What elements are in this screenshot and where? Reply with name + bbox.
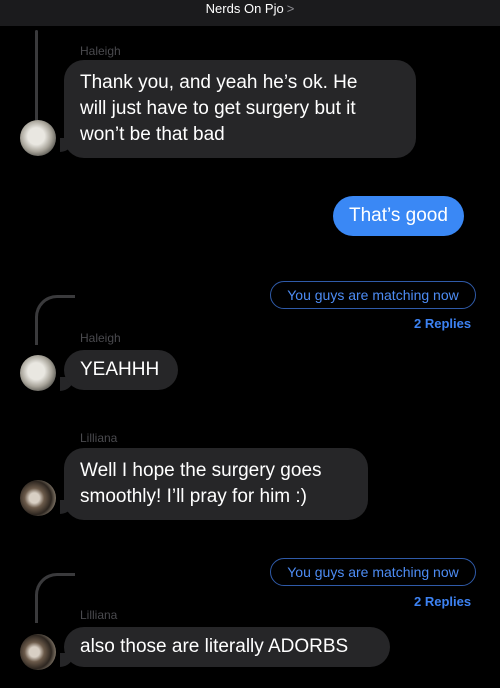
message-line: Well I hope the surgery goes xyxy=(80,460,322,481)
message-bubble[interactable]: YEAHHH xyxy=(64,350,178,390)
thread-replies-link[interactable]: 2 Replies xyxy=(414,594,471,609)
sender-name: Haleigh xyxy=(80,331,121,345)
thread-curve xyxy=(35,573,75,623)
message-bubble[interactable]: Thank you, and yeah he’s ok. He will jus… xyxy=(64,60,416,158)
message-bubble-outgoing[interactable]: That’s good xyxy=(333,196,464,236)
thread-curve xyxy=(35,295,75,345)
message-line: smoothly! I’ll pray for him :) xyxy=(80,486,307,507)
message-line: Thank you, and yeah he’s ok. He xyxy=(80,72,358,93)
thread-preview-pill[interactable]: You guys are matching now xyxy=(270,281,476,309)
chat-header[interactable]: Nerds On Pjo > xyxy=(0,0,500,26)
avatar[interactable] xyxy=(20,355,56,391)
sender-name: Lilliana xyxy=(80,608,118,622)
thread-line xyxy=(35,30,38,125)
avatar[interactable] xyxy=(20,480,56,516)
chevron-right-icon: > xyxy=(286,1,295,16)
chat-title[interactable]: Nerds On Pjo xyxy=(206,0,284,17)
sender-name: Lilliana xyxy=(80,431,118,445)
thread-preview-pill[interactable]: You guys are matching now xyxy=(270,558,476,586)
thread-replies-link[interactable]: 2 Replies xyxy=(414,316,471,331)
message-line: won’t be that bad xyxy=(80,124,225,145)
message-line: will just have to get surgery but it xyxy=(80,98,356,119)
message-bubble[interactable]: also those are literally ADORBS xyxy=(64,627,390,667)
avatar[interactable] xyxy=(20,120,56,156)
sender-name: Haleigh xyxy=(80,44,121,58)
avatar[interactable] xyxy=(20,634,56,670)
message-bubble[interactable]: Well I hope the surgery goes smoothly! I… xyxy=(64,448,368,520)
